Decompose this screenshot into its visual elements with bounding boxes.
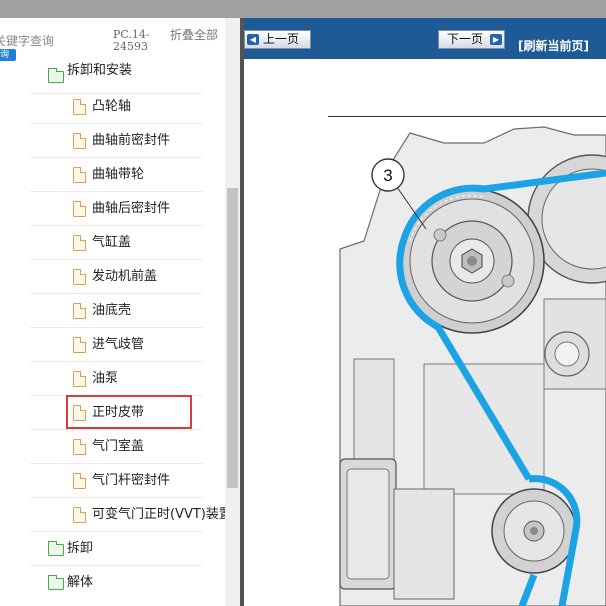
collapse-all-button[interactable]: 折叠全部 [170, 29, 218, 42]
tree-item-engine-front-cover[interactable]: 发动机前盖 [0, 260, 225, 294]
refresh-page-link[interactable]: [刷新当前页] [518, 37, 589, 54]
scrollbar-thumb[interactable] [227, 188, 238, 488]
tree-item-label: 凸轮轴 [92, 99, 132, 114]
tree-item-label: 解体 [67, 575, 94, 590]
page-icon [73, 99, 86, 115]
page-icon [73, 269, 86, 285]
folder-icon [48, 541, 64, 556]
tree-folder-removal[interactable]: 拆卸 [0, 532, 225, 566]
tree-item-label: 可变气门正时(VVT)装置 [92, 507, 232, 522]
page-icon [73, 439, 86, 455]
tree-item-label: 气门杆密封件 [92, 473, 171, 488]
tree-item-camshaft[interactable]: 凸轮轴 [0, 90, 225, 124]
folder-icon [48, 575, 64, 590]
tree-item-oil-pump[interactable]: 油泵 [0, 362, 225, 396]
page-icon [73, 507, 86, 523]
tree-item-cylinder-head[interactable]: 气缸盖 [0, 226, 225, 260]
tree-item-crankshaft-rear-seal[interactable]: 曲轴后密封件 [0, 192, 225, 226]
tree-folder-remove-install[interactable]: 拆卸和安装 [0, 60, 225, 94]
folder-icon [48, 68, 64, 83]
tree-item-label: 拆卸和安装 [67, 63, 133, 78]
previous-page-label: 上一页 [263, 32, 300, 46]
tree-item-label: 气缸盖 [92, 235, 132, 250]
callout-number: 3 [383, 166, 392, 185]
tree-item-label: 发动机前盖 [92, 269, 158, 284]
document-code: PC.14-24593 [113, 28, 150, 53]
page-icon [73, 303, 86, 319]
page-icon [73, 167, 86, 183]
next-page-label: 下一页 [447, 32, 484, 46]
tree-item-vvt-unit[interactable]: 可变气门正时(VVT)装置 [0, 498, 232, 532]
tree-item-label: 曲轴前密封件 [92, 133, 171, 148]
selected-item-highlight [66, 395, 192, 429]
viewer-toolbar: ◀ 上一页 下一页 ▶ [刷新当前页] [244, 18, 606, 59]
tree-item-crankshaft-front-seal[interactable]: 曲轴前密封件 [0, 124, 225, 158]
tree-item-crankshaft-pulley[interactable]: 曲轴带轮 [0, 158, 225, 192]
previous-page-button[interactable]: ◀ 上一页 [244, 30, 311, 49]
timing-belt-illustration: 3 [339, 126, 606, 606]
tree-item-valve-cover[interactable]: 气门室盖 [0, 430, 225, 464]
arrow-right-icon: ▶ [490, 34, 502, 45]
tree-folder-disassembly[interactable]: 解体 [0, 566, 225, 600]
page-icon [73, 371, 86, 387]
page-icon [73, 473, 86, 489]
tree-item-oil-pan[interactable]: 油底壳 [0, 294, 225, 328]
page-icon [73, 235, 86, 251]
tree-item-intake-manifold[interactable]: 进气歧管 [0, 328, 225, 362]
tree-item-label: 油泵 [92, 371, 119, 386]
page-icon [73, 337, 86, 353]
tree-item-label: 进气歧管 [92, 337, 145, 352]
page-icon [73, 133, 86, 149]
arrow-left-icon: ◀ [247, 34, 259, 45]
tree-item-valve-stem-seal[interactable]: 气门杆密封件 [0, 464, 225, 498]
window-top-strip [0, 0, 606, 18]
tree-item-label: 曲轴带轮 [92, 167, 145, 182]
tree-scrollbar[interactable] [225, 18, 240, 606]
document-viewer: ◀ 上一页 下一页 ▶ [刷新当前页] 3 [244, 18, 606, 606]
tree-item-label: 拆卸 [67, 541, 94, 556]
next-page-button[interactable]: 下一页 ▶ [438, 30, 505, 49]
tree-item-label: 气门室盖 [92, 439, 145, 454]
page-icon [73, 201, 86, 217]
navigation-panel: 关键字查询 询 PC.14-24593 折叠全部 拆卸和安装 凸轮轴 曲轴前密封… [0, 18, 240, 606]
keyword-search-label[interactable]: 关键字查询 [0, 32, 54, 49]
tree-item-label: 曲轴后密封件 [92, 201, 171, 216]
tree-item-label: 油底壳 [92, 303, 132, 318]
